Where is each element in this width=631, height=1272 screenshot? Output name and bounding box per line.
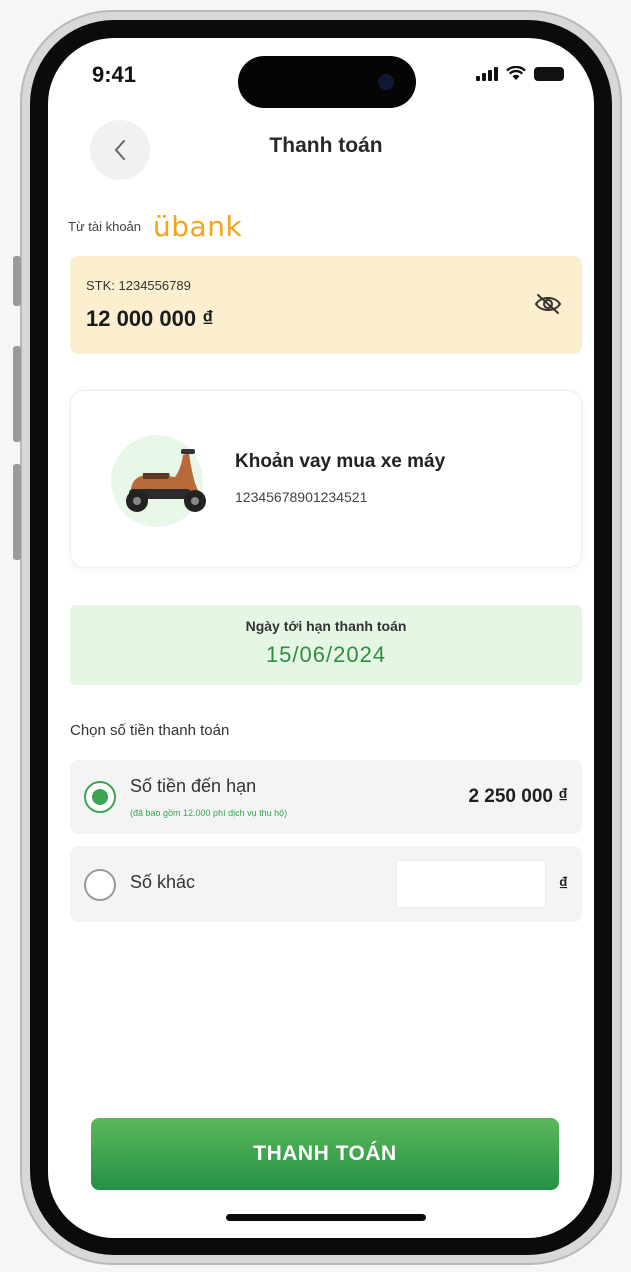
scooter-icon	[126, 449, 206, 512]
status-icons	[476, 66, 564, 81]
battery-icon	[534, 67, 564, 81]
amount-option-due[interactable]: Số tiền đến hạn (đã bao gồm 12.000 phí d…	[70, 760, 582, 834]
loan-card[interactable]: Khoản vay mua xe máy 12345678901234521	[70, 390, 582, 568]
amount-option-other[interactable]: Số khác ₫	[70, 846, 582, 922]
cellular-signal-icon	[476, 67, 498, 81]
option-other-title: Số khác	[130, 872, 196, 892]
canvas: 9:41 Thanh toán Từ tài khoản übank STK: …	[0, 0, 631, 1272]
mute-switch	[13, 256, 21, 306]
due-date-card: Ngày tới hạn thanh toán 15/06/2024	[70, 605, 582, 685]
screen: 9:41 Thanh toán Từ tài khoản übank STK: …	[48, 38, 594, 1238]
radio-other-amount[interactable]	[84, 869, 116, 901]
dynamic-island	[238, 56, 416, 108]
option-due-note: (đã bao gồm 12.000 phí dịch vụ thu hộ)	[130, 808, 288, 818]
from-account-label: Từ tài khoản	[68, 219, 142, 234]
amount-section-label: Chọn số tiền thanh toán	[70, 722, 230, 739]
due-date-value: 15/06/2024	[265, 642, 387, 667]
pay-button[interactable]: THANH TOÁN	[91, 1118, 559, 1190]
other-amount-input[interactable]	[396, 860, 546, 908]
option-due-amount: 2 250 000 ₫	[468, 786, 568, 807]
account-card[interactable]: STK: 1234556789 12 000 000 ₫	[70, 256, 582, 354]
volume-down-button	[13, 464, 21, 560]
account-balance: 12 000 000 ₫	[86, 306, 214, 331]
volume-up-button	[13, 346, 21, 442]
radio-due-amount[interactable]	[84, 781, 116, 813]
currency-symbol: ₫	[558, 874, 568, 894]
wifi-icon	[506, 66, 526, 80]
bank-logo: übank	[153, 210, 243, 243]
camera-icon	[378, 74, 394, 90]
status-time: 9:41	[92, 62, 137, 87]
account-number: STK: 1234556789	[86, 278, 191, 293]
loan-name: Khoản vay mua xe máy	[235, 451, 446, 472]
loan-id: 12345678901234521	[235, 489, 368, 505]
home-indicator[interactable]	[226, 1214, 426, 1221]
from-account-row: Từ tài khoản übank	[68, 210, 242, 243]
option-due-title: Số tiền đến hạn	[130, 776, 257, 796]
eye-off-icon[interactable]	[534, 292, 562, 316]
page-title: Thanh toán	[269, 134, 383, 157]
due-date-label: Ngày tới hạn thanh toán	[245, 618, 407, 634]
